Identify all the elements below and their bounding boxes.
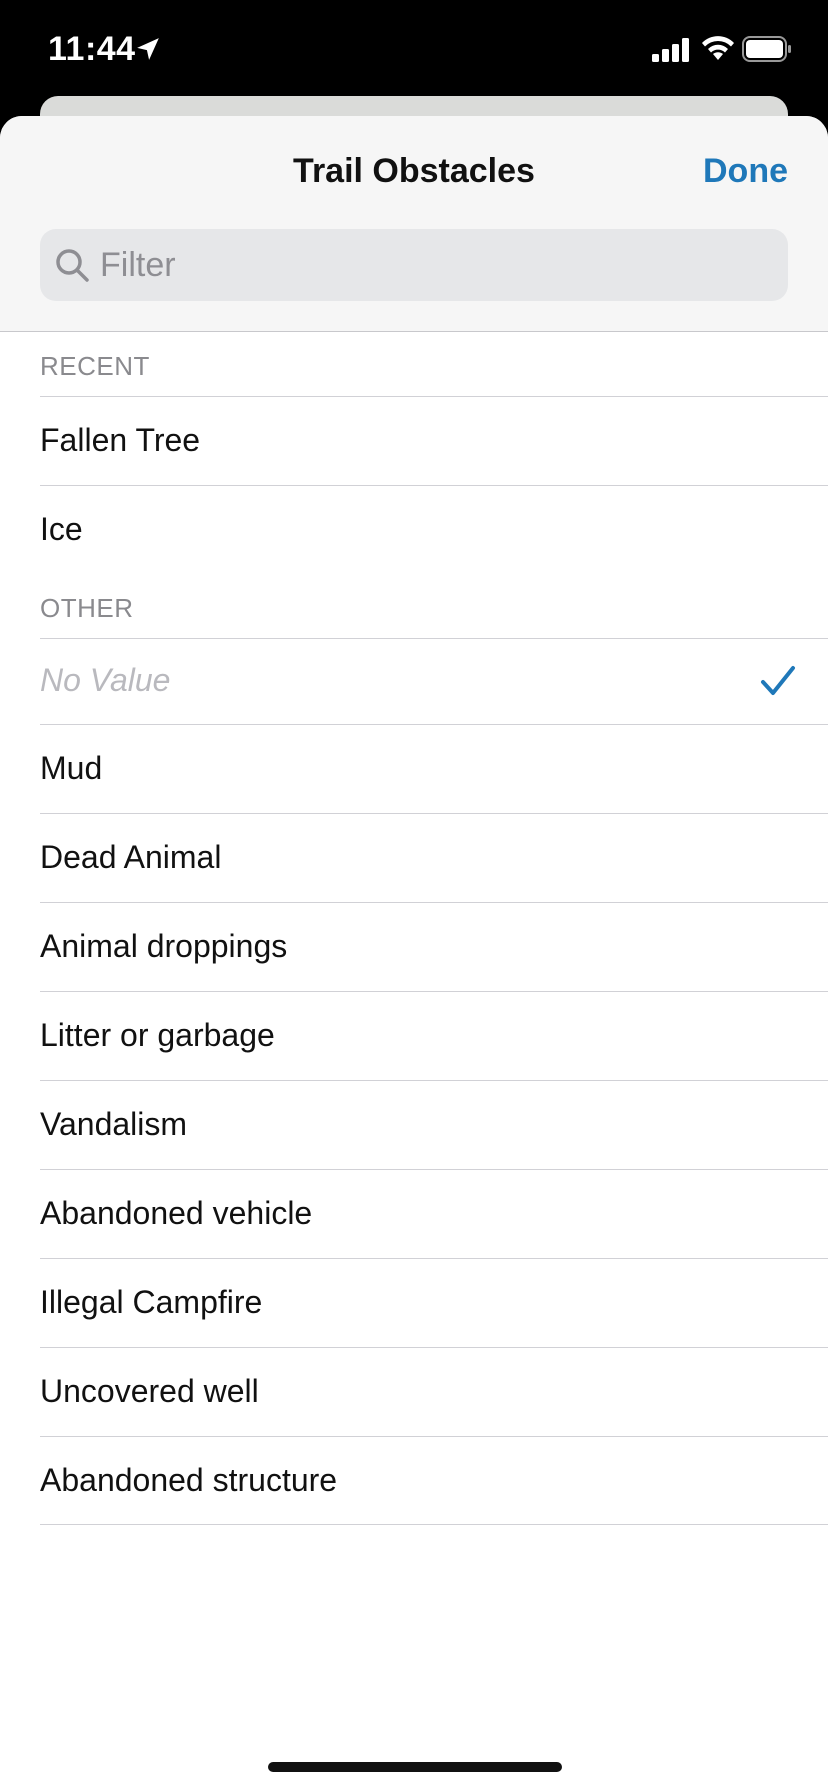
list-item[interactable]: Abandoned structure	[0, 1436, 828, 1525]
list-item-label: Mud	[40, 750, 103, 786]
list-item-label: Vandalism	[40, 1106, 188, 1142]
location-arrow-icon	[137, 38, 159, 60]
sheet-header: Trail Obstacles Done	[0, 116, 828, 332]
wifi-icon	[702, 36, 734, 60]
cellular-signal-icon	[652, 38, 689, 62]
done-button[interactable]: Done	[703, 152, 788, 191]
list-item-label: Animal droppings	[40, 928, 288, 964]
list-item-label: No Value	[40, 662, 171, 698]
section-header-other: OTHER	[0, 574, 828, 638]
list-item-no-value[interactable]: No Value	[0, 638, 828, 724]
list-item[interactable]: Illegal Campfire	[0, 1258, 828, 1347]
list-item-label: Ice	[40, 511, 83, 547]
picker-sheet: Trail Obstacles Done RECENT Fallen Tree …	[0, 116, 828, 1792]
list-item[interactable]: Ice	[0, 485, 828, 574]
list-item[interactable]: Dead Animal	[0, 813, 828, 902]
list-item[interactable]: Uncovered well	[0, 1347, 828, 1436]
list-item[interactable]: Mud	[0, 724, 828, 813]
list-item-label: Litter or garbage	[40, 1017, 275, 1053]
filter-input[interactable]	[100, 229, 770, 301]
list-item[interactable]: Vandalism	[0, 1080, 828, 1169]
list-item-label: Abandoned structure	[40, 1462, 338, 1498]
section-title: OTHER	[40, 593, 134, 623]
section-title: RECENT	[40, 351, 150, 381]
list-item-label: Abandoned vehicle	[40, 1195, 313, 1231]
status-time: 11:44	[48, 30, 136, 68]
list-item-label: Dead Animal	[40, 839, 222, 875]
home-indicator[interactable]	[268, 1762, 562, 1772]
section-header-recent: RECENT	[0, 332, 828, 396]
battery-icon	[742, 36, 791, 62]
list-item[interactable]: Abandoned vehicle	[0, 1169, 828, 1258]
list-item-label: Illegal Campfire	[40, 1284, 263, 1320]
checkmark-icon	[761, 666, 795, 695]
list-item[interactable]: Fallen Tree	[0, 396, 828, 485]
list-item[interactable]: Litter or garbage	[0, 991, 828, 1080]
list-item[interactable]: Animal droppings	[0, 902, 828, 991]
options-list: RECENT Fallen Tree Ice OTHER No Value Mu…	[0, 332, 828, 1525]
list-item-label: Uncovered well	[40, 1373, 259, 1409]
status-bar: 11:44	[0, 0, 828, 96]
list-item-label: Fallen Tree	[40, 422, 201, 458]
filter-field[interactable]	[40, 229, 788, 301]
search-icon	[56, 249, 89, 282]
